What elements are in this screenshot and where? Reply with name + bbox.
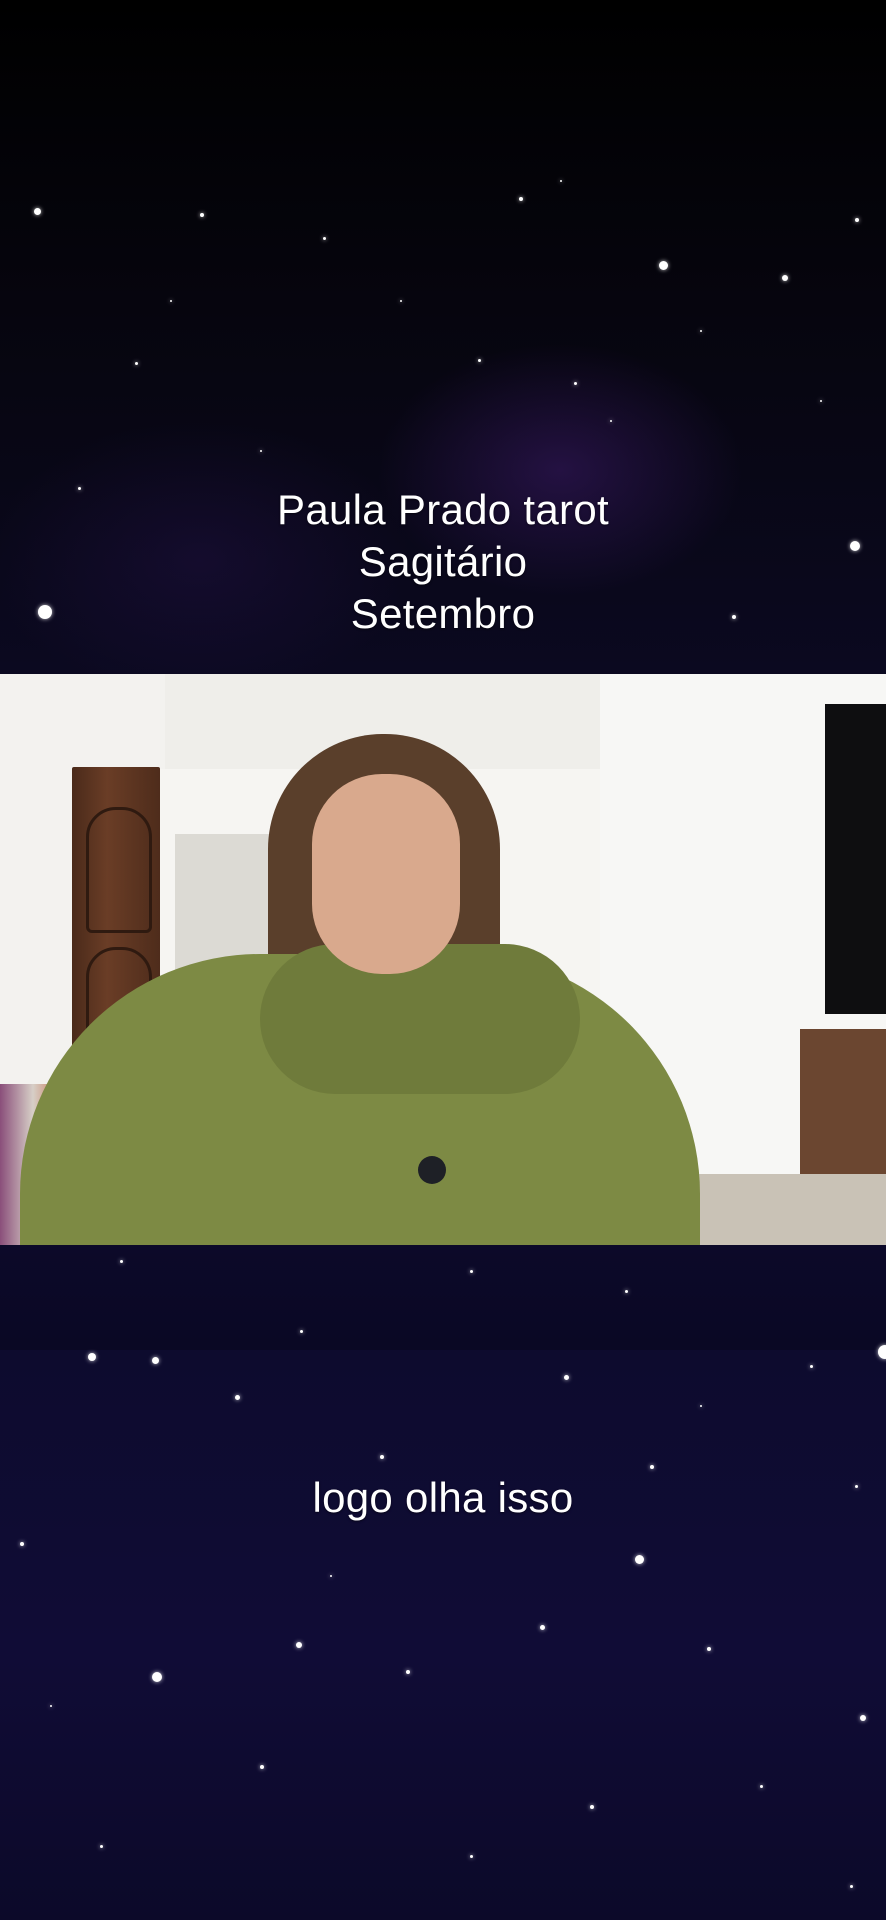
star bbox=[700, 1405, 702, 1407]
star bbox=[100, 1845, 103, 1848]
star bbox=[878, 1345, 886, 1359]
sweater-button bbox=[418, 1156, 446, 1184]
cabinet bbox=[800, 1029, 886, 1179]
star bbox=[707, 1647, 711, 1651]
title-overlay: Paula Prado tarot Sagitário Setembro bbox=[0, 484, 886, 640]
space-background-bottom bbox=[0, 1245, 886, 1920]
star bbox=[700, 330, 702, 332]
star bbox=[20, 1542, 24, 1546]
star bbox=[625, 1290, 628, 1293]
star bbox=[34, 208, 41, 215]
star bbox=[200, 213, 204, 217]
star bbox=[855, 218, 859, 222]
star bbox=[323, 237, 326, 240]
star bbox=[88, 1353, 96, 1361]
star bbox=[478, 359, 481, 362]
star bbox=[850, 1885, 853, 1888]
star bbox=[152, 1357, 159, 1364]
star bbox=[380, 1455, 384, 1459]
star bbox=[135, 362, 138, 365]
star bbox=[564, 1375, 569, 1380]
star bbox=[590, 1805, 594, 1809]
star bbox=[820, 400, 822, 402]
star bbox=[560, 180, 562, 182]
title-line-month: Setembro bbox=[350, 590, 536, 637]
title-line-name: Paula Prado tarot bbox=[277, 486, 609, 533]
star bbox=[574, 382, 577, 385]
star bbox=[300, 1330, 303, 1333]
star bbox=[635, 1555, 644, 1564]
star bbox=[810, 1365, 813, 1368]
subtitle-caption: logo olha isso bbox=[312, 1474, 574, 1521]
star bbox=[235, 1395, 240, 1400]
television bbox=[825, 704, 886, 1014]
door-panel-top bbox=[86, 807, 152, 933]
star bbox=[540, 1625, 545, 1630]
star bbox=[406, 1670, 410, 1674]
star bbox=[260, 450, 262, 452]
video-frame[interactable] bbox=[0, 674, 886, 1245]
star bbox=[170, 300, 172, 302]
star bbox=[860, 1715, 866, 1721]
star bbox=[650, 1465, 654, 1469]
star bbox=[470, 1270, 473, 1273]
star bbox=[120, 1260, 123, 1263]
star bbox=[260, 1765, 264, 1769]
star bbox=[400, 300, 402, 302]
star bbox=[760, 1785, 763, 1788]
star bbox=[519, 197, 523, 201]
star bbox=[330, 1575, 332, 1577]
title-line-sign: Sagitário bbox=[358, 538, 528, 585]
star bbox=[782, 275, 788, 281]
star bbox=[296, 1642, 302, 1648]
star bbox=[659, 261, 668, 270]
presenter-face bbox=[312, 774, 460, 974]
star bbox=[470, 1855, 473, 1858]
star bbox=[152, 1672, 162, 1682]
star bbox=[50, 1705, 52, 1707]
star bbox=[610, 420, 612, 422]
